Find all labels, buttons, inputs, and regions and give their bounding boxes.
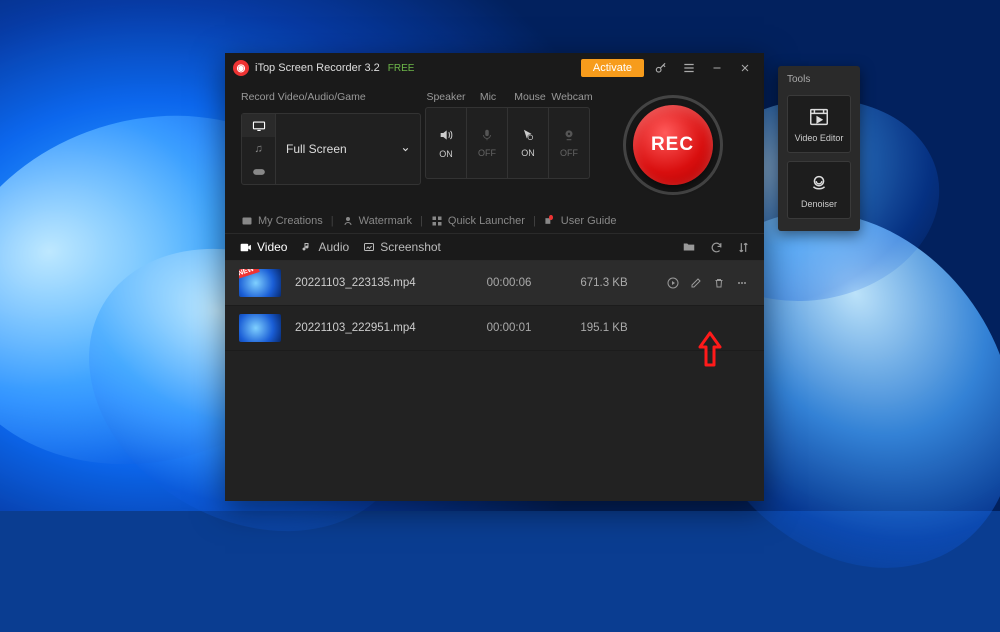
toggle-webcam[interactable]: OFF <box>548 107 590 179</box>
mode-game-icon[interactable] <box>242 161 275 184</box>
tab-audio[interactable]: Audio <box>301 240 349 254</box>
free-tag: FREE <box>388 63 415 74</box>
tool-denoiser-label: Denoiser <box>801 199 837 209</box>
toggle-mouse[interactable]: ON <box>507 107 549 179</box>
key-icon[interactable] <box>650 57 672 79</box>
tool-denoiser[interactable]: Denoiser <box>787 161 851 219</box>
toggle-mic-state: OFF <box>478 148 496 158</box>
file-row[interactable]: 20221103_222951.mp4 00:00:01 195.1 KB <box>225 306 764 351</box>
video-editor-icon <box>808 106 830 128</box>
webcam-icon <box>562 128 576 142</box>
tool-video-editor-label: Video Editor <box>795 133 844 143</box>
toggle-label-mic: Mic <box>467 91 509 103</box>
file-duration: 00:00:01 <box>467 322 551 334</box>
mode-audio-icon[interactable]: ♫ <box>242 137 275 160</box>
tool-video-editor[interactable]: Video Editor <box>787 95 851 153</box>
app-title: iTop Screen Recorder 3.2 <box>255 62 380 74</box>
video-icon <box>239 241 252 254</box>
toggle-webcam-state: OFF <box>560 148 578 158</box>
delete-button[interactable] <box>713 277 727 289</box>
nav-links: My Creations | Watermark | Quick Launche… <box>225 209 764 234</box>
sort-button[interactable] <box>737 241 750 254</box>
nav-quick-launcher[interactable]: Quick Launcher <box>431 215 525 227</box>
nav-my-creations[interactable]: My Creations <box>241 215 323 227</box>
grid-icon <box>431 215 443 227</box>
chevron-down-icon <box>401 145 410 154</box>
speaker-icon <box>438 127 454 143</box>
edit-button[interactable] <box>690 277 704 289</box>
mode-dropdown[interactable]: Full Screen <box>276 114 420 184</box>
mode-screen-icon[interactable] <box>242 114 275 137</box>
titlebar: ◉ iTop Screen Recorder 3.2 FREE Activate <box>225 53 764 83</box>
file-duration: 00:00:06 <box>467 277 551 289</box>
tab-video[interactable]: Video <box>239 240 287 254</box>
file-list: NEW 20221103_223135.mp4 00:00:06 671.3 K… <box>225 261 764 501</box>
book-icon <box>544 215 556 227</box>
new-badge: NEW <box>239 269 260 280</box>
file-size: 671.3 KB <box>565 277 643 289</box>
mic-icon <box>480 128 494 142</box>
minimize-button[interactable] <box>706 57 728 79</box>
toggle-label-speaker: Speaker <box>425 91 467 103</box>
file-name: 20221103_222951.mp4 <box>295 322 453 334</box>
config-label: Record Video/Audio/Game <box>241 91 421 103</box>
open-folder-button[interactable] <box>682 240 696 254</box>
app-window: ◉ iTop Screen Recorder 3.2 FREE Activate… <box>225 53 764 501</box>
folder-star-icon <box>241 215 253 227</box>
record-button-ring: REC <box>623 95 723 195</box>
toggle-label-webcam: Webcam <box>551 91 593 103</box>
menu-icon[interactable] <box>678 57 700 79</box>
file-size: 195.1 KB <box>565 322 643 334</box>
watermark-icon <box>342 215 354 227</box>
tools-panel: Tools Video Editor Denoiser <box>778 66 860 231</box>
image-icon <box>363 241 375 253</box>
file-thumbnail: NEW <box>239 269 281 297</box>
more-button[interactable] <box>736 277 750 289</box>
close-button[interactable] <box>734 57 756 79</box>
file-row[interactable]: NEW 20221103_223135.mp4 00:00:06 671.3 K… <box>225 261 764 306</box>
record-button[interactable]: REC <box>633 105 713 185</box>
file-name: 20221103_223135.mp4 <box>295 277 453 289</box>
nav-user-guide[interactable]: User Guide <box>544 215 617 227</box>
activate-button[interactable]: Activate <box>581 59 644 77</box>
rec-label: REC <box>651 134 694 156</box>
play-button[interactable] <box>667 277 681 289</box>
denoiser-icon <box>808 172 830 194</box>
tab-screenshot[interactable]: Screenshot <box>363 240 441 254</box>
toggle-speaker-state: ON <box>439 149 453 159</box>
cursor-icon <box>521 128 535 142</box>
nav-watermark[interactable]: Watermark <box>342 215 412 227</box>
toggle-speaker[interactable]: ON <box>425 107 467 179</box>
toggle-mic[interactable]: OFF <box>466 107 508 179</box>
mode-selected-label: Full Screen <box>286 142 347 156</box>
toggle-mouse-state: ON <box>521 148 535 158</box>
app-logo-icon: ◉ <box>233 60 249 76</box>
audio-icon <box>301 241 313 253</box>
toggle-label-mouse: Mouse <box>509 91 551 103</box>
filter-tabs: Video Audio Screenshot <box>225 234 764 261</box>
record-mode-box: ♫ Full Screen <box>241 113 421 185</box>
refresh-button[interactable] <box>710 241 723 254</box>
config-section: Record Video/Audio/Game ♫ Full Screen <box>225 83 764 209</box>
file-thumbnail <box>239 314 281 342</box>
tools-title: Tools <box>787 74 851 85</box>
